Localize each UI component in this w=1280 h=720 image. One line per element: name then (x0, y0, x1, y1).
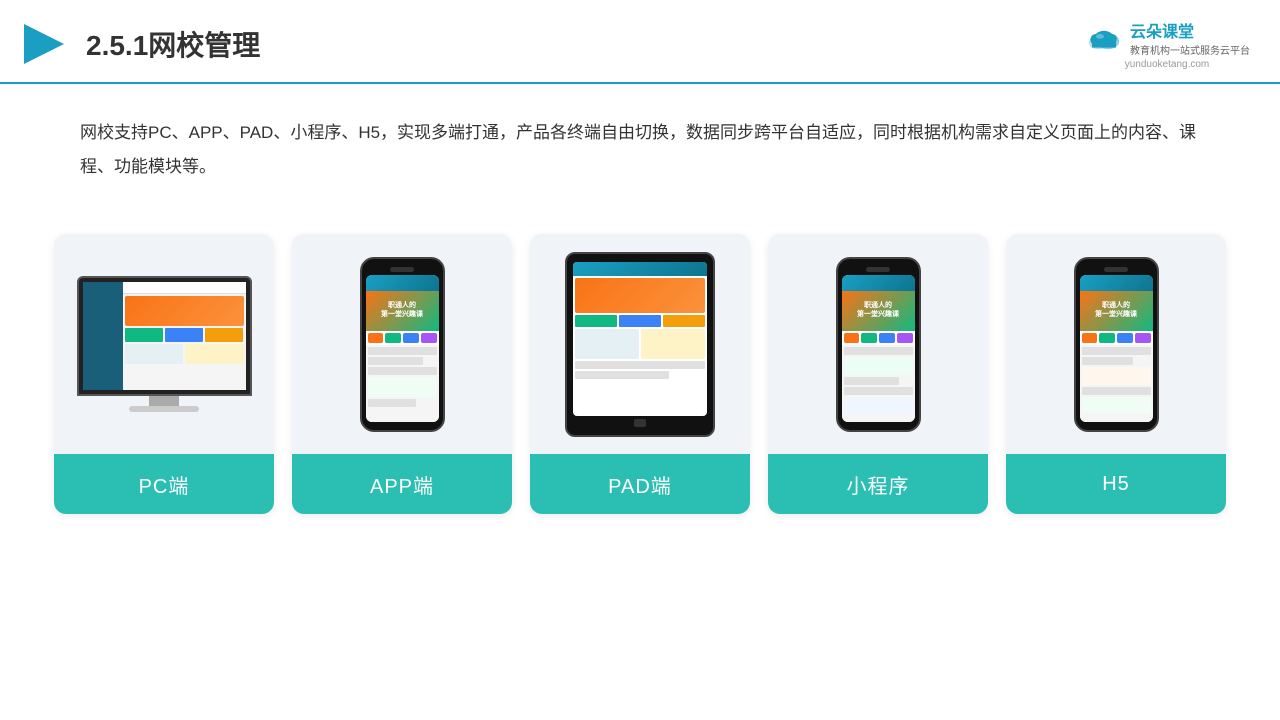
card-h5-label: H5 (1006, 454, 1226, 514)
card-app: 职通人的第一堂兴趣课 (292, 234, 512, 514)
description: 网校支持PC、APP、PAD、小程序、H5，实现多端打通，产品各终端自由切换，数… (0, 84, 1280, 204)
cards-container: PC端 职通人的第一堂兴趣课 (0, 214, 1280, 514)
card-h5-image: 职通人的第一堂兴趣课 (1006, 234, 1226, 454)
card-pc-label: PC端 (54, 454, 274, 514)
card-miniprogram-image: 职通人的第一堂兴趣课 (768, 234, 988, 454)
header: 2.5.1网校管理 云朵课堂 教育机构一站式服务云平台 yunduoketang… (0, 0, 1280, 84)
card-pad-label: PAD端 (530, 454, 750, 514)
logo-cloud: 云朵课堂 教育机构一站式服务云平台 (1084, 18, 1250, 57)
header-left: 2.5.1网校管理 (20, 20, 260, 68)
pc-mockup (74, 276, 254, 412)
card-pad: PAD端 (530, 234, 750, 514)
description-text: 网校支持PC、APP、PAD、小程序、H5，实现多端打通，产品各终端自由切换，数… (80, 116, 1200, 184)
logo-text: 云朵课堂 教育机构一站式服务云平台 (1130, 18, 1250, 57)
phone-mockup-h5: 职通人的第一堂兴趣课 (1074, 257, 1159, 432)
phone-mockup-app: 职通人的第一堂兴趣课 (360, 257, 445, 432)
cloud-icon (1084, 25, 1124, 51)
card-pc: PC端 (54, 234, 274, 514)
card-pad-image (530, 234, 750, 454)
card-app-image: 职通人的第一堂兴趣课 (292, 234, 512, 454)
card-pc-image (54, 234, 274, 454)
page-title: 2.5.1网校管理 (86, 24, 260, 64)
logo-url: yunduoketang.com (1125, 59, 1210, 70)
card-app-label: APP端 (292, 454, 512, 514)
card-h5: 职通人的第一堂兴趣课 (1006, 234, 1226, 514)
play-icon (20, 20, 68, 68)
logo-area: 云朵课堂 教育机构一站式服务云平台 yunduoketang.com (1084, 18, 1250, 70)
tablet-mockup (565, 252, 715, 437)
phone-mockup-mini: 职通人的第一堂兴趣课 (836, 257, 921, 432)
card-mini-label: 小程序 (768, 454, 988, 514)
card-miniprogram: 职通人的第一堂兴趣课 (768, 234, 988, 514)
